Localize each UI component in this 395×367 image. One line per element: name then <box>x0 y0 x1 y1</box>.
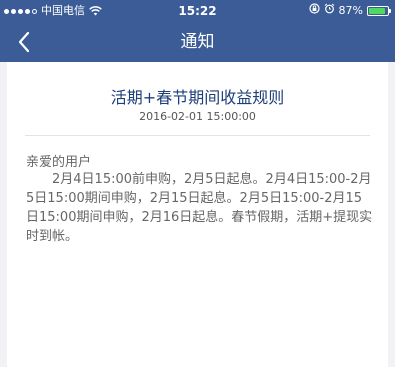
navigation-bar: 通知 <box>0 22 395 62</box>
battery-tip <box>389 9 391 13</box>
page-edge <box>388 62 395 367</box>
notice-body: 2月4日15:00前申购，2月5日起息。2月4日15:00-2月5日15:00期… <box>26 172 373 244</box>
battery-percent: 87% <box>338 4 363 17</box>
notice-greeting: 亲爱的用户 <box>26 155 92 170</box>
app-screen: 中国电信 15:22 87% 通知 活期+春节期间收益规则 2016-02-01… <box>0 0 395 367</box>
status-right: 87% <box>308 0 391 22</box>
battery-icon <box>367 6 391 16</box>
battery-fill <box>369 8 385 14</box>
notice-card: 活期+春节期间收益规则 2016-02-01 15:00:00 亲爱的用户 2月… <box>7 62 388 367</box>
alarm-clock-icon <box>324 0 335 22</box>
notice-title: 活期+春节期间收益规则 <box>110 88 285 107</box>
notice-date: 2016-02-01 15:00:00 <box>139 110 256 123</box>
page-title: 通知 <box>180 32 215 52</box>
divider <box>25 135 370 136</box>
header: 中国电信 15:22 87% 通知 <box>0 0 395 62</box>
status-bar: 中国电信 15:22 87% <box>0 0 395 22</box>
orientation-lock-icon <box>308 0 320 22</box>
